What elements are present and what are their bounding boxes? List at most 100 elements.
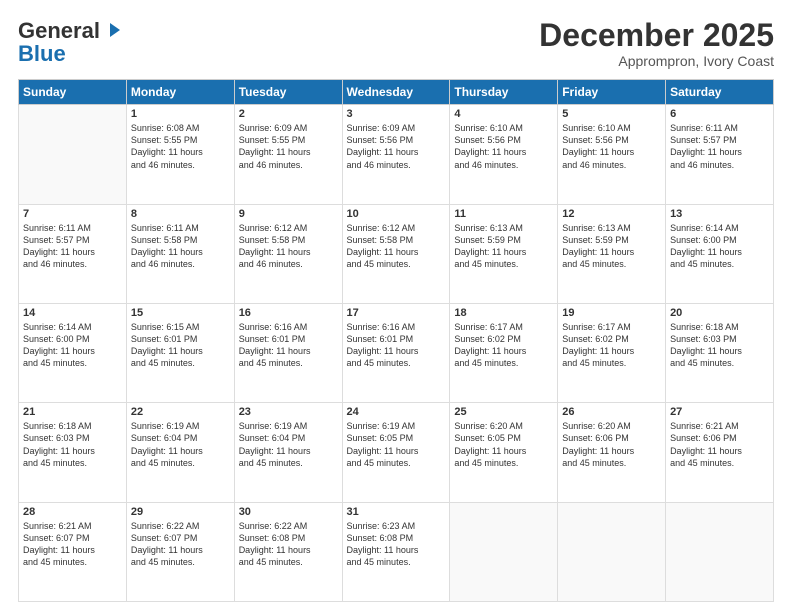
- calendar-header-row: SundayMondayTuesdayWednesdayThursdayFrid…: [19, 80, 774, 105]
- calendar-week-row: 28 Sunrise: 6:21 AM Sunset: 6:07 PM Dayli…: [19, 502, 774, 601]
- day-info: Sunrise: 6:21 AM Sunset: 6:07 PM Dayligh…: [23, 520, 122, 569]
- col-header-monday: Monday: [126, 80, 234, 105]
- day-number: 17: [347, 307, 446, 319]
- col-header-sunday: Sunday: [19, 80, 127, 105]
- day-info: Sunrise: 6:11 AM Sunset: 5:57 PM Dayligh…: [670, 122, 769, 171]
- calendar-cell: 13 Sunrise: 6:14 AM Sunset: 6:00 PM Dayli…: [666, 204, 774, 303]
- calendar-cell: 25Sunrise: 6:20 AM Sunset: 6:05 PM Dayli…: [450, 403, 558, 502]
- location: Apprompron, Ivory Coast: [539, 53, 774, 69]
- day-info: Sunrise: 6:22 AM Sunset: 6:07 PM Dayligh…: [131, 520, 230, 569]
- day-info: Sunrise: 6:10 AM Sunset: 5:56 PM Dayligh…: [454, 122, 553, 171]
- day-number: 20: [670, 307, 769, 319]
- day-info: Sunrise: 6:11 AM Sunset: 5:57 PM Dayligh…: [23, 222, 122, 271]
- day-info: Sunrise: 6:14 AM Sunset: 6:00 PM Dayligh…: [670, 222, 769, 271]
- calendar-week-row: 1 Sunrise: 6:08 AM Sunset: 5:55 PM Daylig…: [19, 105, 774, 204]
- calendar-cell: 2 Sunrise: 6:09 AM Sunset: 5:55 PM Daylig…: [234, 105, 342, 204]
- col-header-tuesday: Tuesday: [234, 80, 342, 105]
- calendar-cell: 10 Sunrise: 6:12 AM Sunset: 5:58 PM Dayli…: [342, 204, 450, 303]
- day-number: 8: [131, 208, 230, 220]
- day-number: 24: [347, 406, 446, 418]
- calendar-cell: 11 Sunrise: 6:13 AM Sunset: 5:59 PM Dayli…: [450, 204, 558, 303]
- day-number: 5: [562, 108, 661, 120]
- day-number: 14: [23, 307, 122, 319]
- calendar-cell: 16 Sunrise: 6:16 AM Sunset: 6:01 PM Dayli…: [234, 303, 342, 402]
- day-number: 27: [670, 406, 769, 418]
- col-header-saturday: Saturday: [666, 80, 774, 105]
- calendar-cell: 6 Sunrise: 6:11 AM Sunset: 5:57 PM Daylig…: [666, 105, 774, 204]
- calendar-cell: 1 Sunrise: 6:08 AM Sunset: 5:55 PM Daylig…: [126, 105, 234, 204]
- day-number: 18: [454, 307, 553, 319]
- logo-blue: Blue: [18, 44, 66, 64]
- day-info: Sunrise: 6:19 AM Sunset: 6:04 PM Dayligh…: [239, 420, 338, 469]
- calendar-cell: 22Sunrise: 6:19 AM Sunset: 6:04 PM Dayli…: [126, 403, 234, 502]
- day-info: Sunrise: 6:16 AM Sunset: 6:01 PM Dayligh…: [239, 321, 338, 370]
- day-number: 16: [239, 307, 338, 319]
- day-info: Sunrise: 6:10 AM Sunset: 5:56 PM Dayligh…: [562, 122, 661, 171]
- logo: General Blue: [18, 18, 124, 64]
- day-info: Sunrise: 6:09 AM Sunset: 5:55 PM Dayligh…: [239, 122, 338, 171]
- day-info: Sunrise: 6:14 AM Sunset: 6:00 PM Dayligh…: [23, 321, 122, 370]
- logo-icon: [102, 19, 124, 41]
- day-number: 11: [454, 208, 553, 220]
- day-info: Sunrise: 6:15 AM Sunset: 6:01 PM Dayligh…: [131, 321, 230, 370]
- day-number: 9: [239, 208, 338, 220]
- calendar-cell: 30 Sunrise: 6:22 AM Sunset: 6:08 PM Dayli…: [234, 502, 342, 601]
- calendar-week-row: 21 Sunrise: 6:18 AM Sunset: 6:03 PM Dayli…: [19, 403, 774, 502]
- day-number: 3: [347, 108, 446, 120]
- calendar-cell: 29 Sunrise: 6:22 AM Sunset: 6:07 PM Dayli…: [126, 502, 234, 601]
- col-header-friday: Friday: [558, 80, 666, 105]
- header: General Blue December 2025 Apprompron, I…: [18, 18, 774, 69]
- day-number: 26: [562, 406, 661, 418]
- day-info: Sunrise: 6:19 AM Sunset: 6:05 PM Dayligh…: [347, 420, 446, 469]
- day-number: 6: [670, 108, 769, 120]
- calendar-cell: 12Sunrise: 6:13 AM Sunset: 5:59 PM Dayli…: [558, 204, 666, 303]
- day-info: Sunrise: 6:17 AM Sunset: 6:02 PM Dayligh…: [562, 321, 661, 370]
- calendar-cell: [19, 105, 127, 204]
- day-number: 21: [23, 406, 122, 418]
- calendar-cell: 23 Sunrise: 6:19 AM Sunset: 6:04 PM Dayli…: [234, 403, 342, 502]
- day-info: Sunrise: 6:19 AM Sunset: 6:04 PM Dayligh…: [131, 420, 230, 469]
- calendar-cell: 24 Sunrise: 6:19 AM Sunset: 6:05 PM Dayli…: [342, 403, 450, 502]
- day-info: Sunrise: 6:12 AM Sunset: 5:58 PM Dayligh…: [347, 222, 446, 271]
- day-number: 29: [131, 506, 230, 518]
- calendar-cell: 31Sunrise: 6:23 AM Sunset: 6:08 PM Dayli…: [342, 502, 450, 601]
- day-number: 19: [562, 307, 661, 319]
- day-number: 10: [347, 208, 446, 220]
- day-info: Sunrise: 6:11 AM Sunset: 5:58 PM Dayligh…: [131, 222, 230, 271]
- day-info: Sunrise: 6:12 AM Sunset: 5:58 PM Dayligh…: [239, 222, 338, 271]
- calendar-cell: 5 Sunrise: 6:10 AM Sunset: 5:56 PM Daylig…: [558, 105, 666, 204]
- day-number: 23: [239, 406, 338, 418]
- page: General Blue December 2025 Apprompron, I…: [0, 0, 792, 612]
- calendar-cell: 7 Sunrise: 6:11 AM Sunset: 5:57 PM Daylig…: [19, 204, 127, 303]
- day-number: 1: [131, 108, 230, 120]
- calendar-cell: 18Sunrise: 6:17 AM Sunset: 6:02 PM Dayli…: [450, 303, 558, 402]
- calendar-cell: 14 Sunrise: 6:14 AM Sunset: 6:00 PM Dayli…: [19, 303, 127, 402]
- day-info: Sunrise: 6:20 AM Sunset: 6:06 PM Dayligh…: [562, 420, 661, 469]
- calendar-cell: 8 Sunrise: 6:11 AM Sunset: 5:58 PM Daylig…: [126, 204, 234, 303]
- day-info: Sunrise: 6:08 AM Sunset: 5:55 PM Dayligh…: [131, 122, 230, 171]
- day-info: Sunrise: 6:18 AM Sunset: 6:03 PM Dayligh…: [670, 321, 769, 370]
- day-info: Sunrise: 6:22 AM Sunset: 6:08 PM Dayligh…: [239, 520, 338, 569]
- calendar-cell: 26 Sunrise: 6:20 AM Sunset: 6:06 PM Dayli…: [558, 403, 666, 502]
- day-number: 25: [454, 406, 553, 418]
- calendar-cell: 3Sunrise: 6:09 AM Sunset: 5:56 PM Daylig…: [342, 105, 450, 204]
- calendar-cell: 20 Sunrise: 6:18 AM Sunset: 6:03 PM Dayli…: [666, 303, 774, 402]
- calendar-cell: 19 Sunrise: 6:17 AM Sunset: 6:02 PM Dayli…: [558, 303, 666, 402]
- calendar-cell: 17 Sunrise: 6:16 AM Sunset: 6:01 PM Dayli…: [342, 303, 450, 402]
- day-info: Sunrise: 6:21 AM Sunset: 6:06 PM Dayligh…: [670, 420, 769, 469]
- calendar-cell: [450, 502, 558, 601]
- calendar-cell: [666, 502, 774, 601]
- day-number: 13: [670, 208, 769, 220]
- day-number: 28: [23, 506, 122, 518]
- day-number: 7: [23, 208, 122, 220]
- day-info: Sunrise: 6:13 AM Sunset: 5:59 PM Dayligh…: [454, 222, 553, 271]
- day-info: Sunrise: 6:18 AM Sunset: 6:03 PM Dayligh…: [23, 420, 122, 469]
- day-number: 30: [239, 506, 338, 518]
- day-info: Sunrise: 6:16 AM Sunset: 6:01 PM Dayligh…: [347, 321, 446, 370]
- day-number: 15: [131, 307, 230, 319]
- day-number: 2: [239, 108, 338, 120]
- calendar-week-row: 7 Sunrise: 6:11 AM Sunset: 5:57 PM Daylig…: [19, 204, 774, 303]
- month-title: December 2025: [539, 18, 774, 53]
- calendar-table: SundayMondayTuesdayWednesdayThursdayFrid…: [18, 79, 774, 602]
- col-header-thursday: Thursday: [450, 80, 558, 105]
